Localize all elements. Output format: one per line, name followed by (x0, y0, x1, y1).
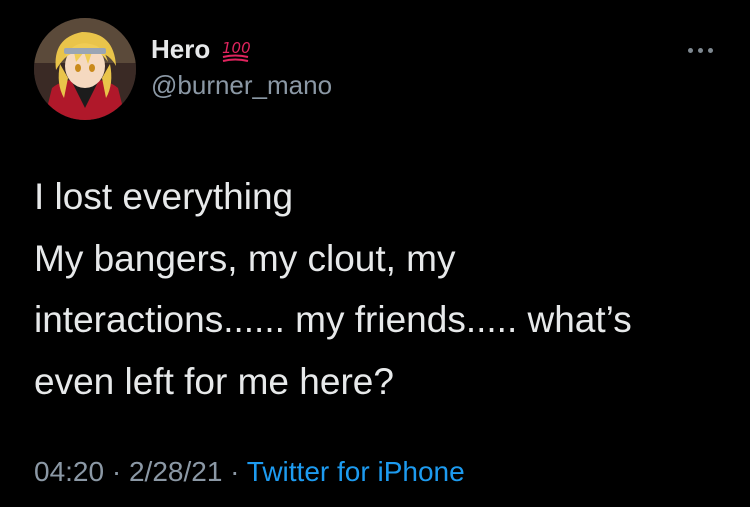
more-options-icon (687, 47, 693, 53)
tweet-text-line: I lost everything (34, 176, 294, 217)
tweet-card: Hero 100 @burner_mano I lost everything … (0, 0, 750, 507)
author-name-row: Hero 100 (151, 34, 251, 65)
more-options-icon (697, 47, 703, 53)
more-options-button[interactable] (680, 40, 720, 60)
tweet-text-line: My bangers, my clout, my (34, 237, 456, 279)
tweet-date[interactable]: 2/28/21 (129, 456, 222, 487)
more-options-icon (707, 47, 713, 53)
display-name[interactable]: Hero (151, 34, 210, 65)
hundred-points-icon: 100 (220, 35, 251, 65)
tweet-source-link[interactable]: Twitter for iPhone (247, 456, 465, 487)
avatar[interactable] (34, 18, 136, 120)
tweet-text-line: even left for me here? (34, 360, 394, 402)
tweet-meta: 04:20 · 2/28/21 · Twitter for iPhone (34, 456, 465, 488)
tweet-text-line: interactions...... my friends..... what’… (34, 299, 632, 340)
meta-separator: · (111, 456, 122, 487)
user-handle[interactable]: @burner_mano (151, 70, 332, 101)
svg-text:100: 100 (222, 39, 250, 57)
tweet-text: I lost everything My bangers, my clout, … (34, 166, 724, 412)
tweet-time[interactable]: 04:20 (34, 456, 104, 487)
anime-character-avatar-icon (34, 18, 136, 120)
meta-separator: · (230, 456, 240, 487)
